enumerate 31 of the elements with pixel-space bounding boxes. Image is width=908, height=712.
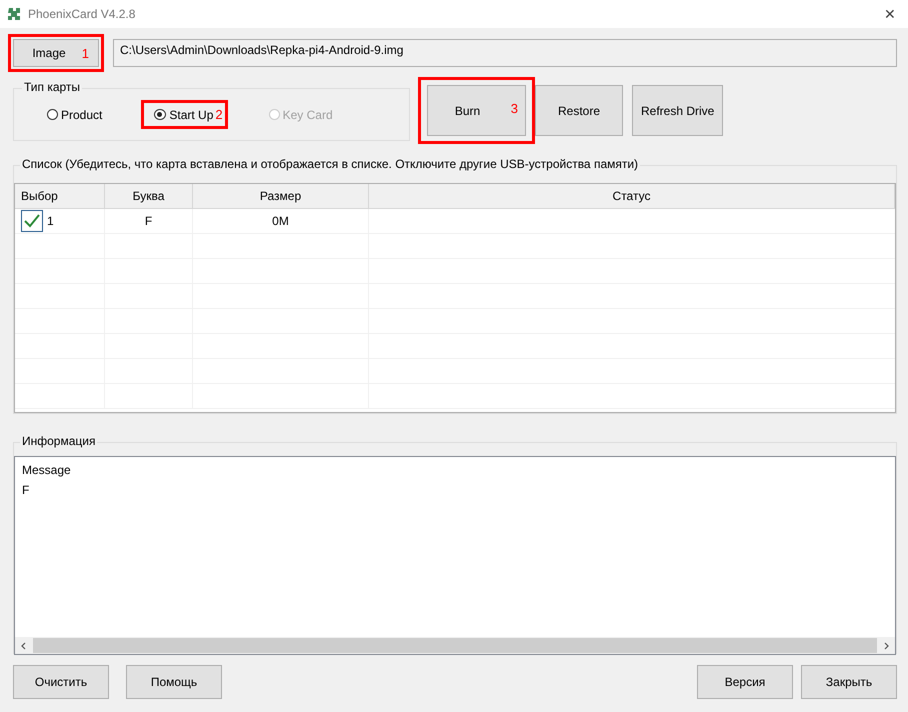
footer-button[interactable]: Версия — [697, 665, 793, 699]
horizontal-scrollbar[interactable] — [15, 637, 895, 654]
footer-button[interactable]: Закрыть — [801, 665, 897, 699]
column-header[interactable]: Размер — [193, 184, 369, 208]
step-number: 3 — [510, 101, 518, 116]
table-cell: F — [105, 209, 193, 233]
radio-option[interactable]: Start Up — [154, 108, 214, 122]
image-path-field[interactable]: C:\Users\Admin\Downloads\Repka-pi4-Android-9.img — [113, 39, 897, 67]
scroll-left-icon[interactable] — [20, 642, 28, 650]
table-cell: 0M — [193, 209, 369, 233]
action-button[interactable]: Refresh Drive — [632, 85, 724, 136]
scroll-right-icon[interactable] — [882, 642, 890, 650]
step-number: 1 — [82, 46, 89, 61]
log-line: Message — [22, 462, 72, 479]
column-header[interactable]: Статус — [369, 184, 895, 208]
radio-option[interactable]: Product — [47, 108, 102, 122]
action-button[interactable]: Restore — [535, 85, 623, 136]
group-title: Тип карты — [22, 80, 82, 94]
checkbox[interactable] — [21, 210, 43, 232]
log-line: F — [22, 482, 30, 499]
window-title: PhoenixCard V4.2.8 — [28, 7, 136, 21]
group-title: Информация — [20, 434, 98, 448]
footer-button[interactable]: Помощь — [126, 665, 222, 699]
app-icon — [6, 6, 22, 22]
table-cell: 1 — [47, 214, 54, 228]
step-number: 2 — [215, 107, 223, 122]
footer-button[interactable]: Очистить — [13, 665, 109, 699]
column-header[interactable]: Выбор — [15, 184, 105, 208]
close-button[interactable]: ✕ — [880, 6, 900, 22]
column-header[interactable]: Буква — [105, 184, 193, 208]
group-title: Список (Убедитесь, что карта вставлена и отображается в списке. Отключите другие USB-устройства памяти) — [20, 157, 640, 171]
